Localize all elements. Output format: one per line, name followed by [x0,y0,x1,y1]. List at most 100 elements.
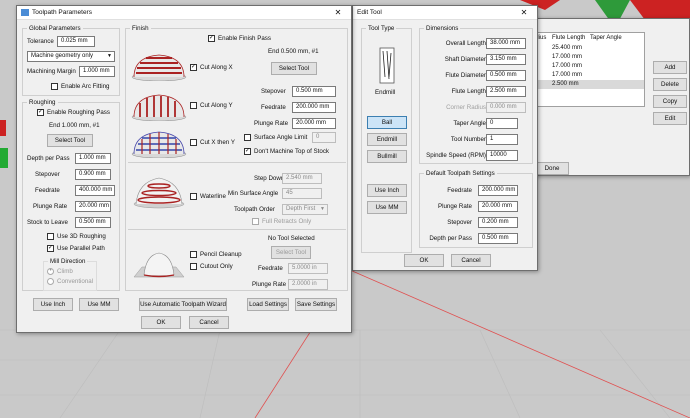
cancel-button[interactable]: Cancel [189,316,229,329]
table-row-selected[interactable]: 2.500 mm [552,81,579,87]
tolerance-label: Tolerance [27,38,54,45]
spindle-speed-input[interactable]: 10000 [486,150,518,161]
full-retracts-checkbox[interactable]: Full Retracts Only [252,218,311,225]
corner-radius-input[interactable]: 0.000 mm [486,102,526,113]
depth-per-pass-input[interactable]: 1.000 mm [75,153,111,164]
flute-diameter-input[interactable]: 0.500 mm [486,70,526,81]
use-inch-button[interactable]: Use Inch [33,298,73,311]
finish-select-tool-button[interactable]: Select Tool [271,62,317,75]
finish-end-label: End 0.500 mm, #1 [268,48,319,55]
enable-finish-checkbox[interactable]: ✓ Enable Finish Pass [208,35,271,42]
pencil-plunge-label: Plunge Rate [252,281,287,288]
default-settings-group: Default Toolpath Settings Feedrate 200.0… [419,170,533,248]
close-icon[interactable]: ✕ [511,6,537,20]
tool-type-ball-button[interactable]: Ball [367,116,407,129]
global-parameters-group: Global Parameters Tolerance 0.025 mm Mac… [22,25,120,96]
checkbox-box [51,83,58,90]
roughing-feedrate-input[interactable]: 400.000 mm [75,185,115,196]
checkbox-box: ✓ [208,35,215,42]
save-settings-button[interactable]: Save Settings [295,298,337,311]
dim-label: Spindle Speed (RPM) [426,152,486,159]
overall-length-input[interactable]: 38.000 mm [486,38,526,49]
copy-tool-button[interactable]: Copy [653,95,687,108]
arc-fitting-checkbox[interactable]: Enable Arc Fitting [51,83,110,90]
add-tool-button[interactable]: Add [653,61,687,74]
waterline-icon [133,177,185,209]
stock-to-leave-input[interactable]: 0.500 mm [75,217,111,228]
surface-angle-limit-checkbox[interactable]: Surface Angle Limit [244,134,307,141]
finish-plunge-input[interactable]: 20.000 mm [292,118,336,129]
waterline-checkbox[interactable]: Waterline [190,193,226,200]
geometry-select[interactable]: Machine geometry only ▼ [27,51,115,62]
close-icon[interactable]: ✕ [325,6,351,20]
table-row[interactable]: 17.000 mm [552,54,582,60]
dont-machine-top-label: Don't Machine Top of Stock [254,148,330,155]
taper-angle-input[interactable]: 0 [486,118,518,129]
min-surface-angle-input[interactable]: 45 [282,188,322,199]
finish-feedrate-input[interactable]: 200.000 mm [292,102,336,113]
roughing-plunge-input[interactable]: 20.000 mm [75,201,111,212]
default-stepover-input[interactable]: 0.200 mm [478,217,518,228]
default-plunge-input[interactable]: 20.000 mm [478,201,518,212]
full-retracts-label: Full Retracts Only [262,218,312,225]
delete-tool-button[interactable]: Delete [653,78,687,91]
cut-x-then-y-checkbox[interactable]: Cut X then Y [190,139,235,146]
finish-title: Finish [130,25,151,32]
default-label: Stepover [447,219,472,226]
step-down-input[interactable]: 2.540 mm [282,173,322,184]
pencil-feedrate-input[interactable]: 5.0000 in [288,263,328,274]
use-mm-button[interactable]: Use MM [367,201,407,214]
default-depth-input[interactable]: 0.500 mm [478,233,518,244]
cut-along-x-icon [131,54,187,81]
edit-tool-cancel-button[interactable]: Cancel [451,254,491,267]
edit-tool-ok-button[interactable]: OK [404,254,444,267]
stock-to-leave-label: Stock to Leave [27,219,68,226]
cut-along-x-checkbox[interactable]: ✓ Cut Along X [190,64,233,71]
tool-type-bullmill-button[interactable]: Bullmill [367,150,407,163]
selected-row-highlight[interactable] [530,80,644,89]
checkbox-box [190,193,197,200]
roughing-select-tool-button[interactable]: Select Tool [47,134,93,147]
toolpath-wizard-button[interactable]: Use Automatic Toolpath Wizard [139,298,227,311]
default-feedrate-input[interactable]: 200.000 mm [478,185,518,196]
pencil-plunge-input[interactable]: 2.0000 in [288,279,328,290]
enable-roughing-checkbox[interactable]: ✓ Enable Roughing Pass [37,109,110,116]
use-parallel-path-checkbox[interactable]: ✓ Use Parallel Path [47,245,105,252]
roughing-title: Roughing [27,99,58,106]
machining-margin-input[interactable]: 1.000 mm [79,66,115,77]
finish-stepover-input[interactable]: 0.500 mm [292,86,336,97]
flute-length-input[interactable]: 2.500 mm [486,86,526,97]
cutout-only-checkbox[interactable]: Cutout Only [190,263,233,270]
table-row[interactable]: 17.000 mm [552,72,582,78]
table-row[interactable]: 17.000 mm [552,63,582,69]
table-row[interactable]: 25.400 mm [552,45,582,51]
cut-along-y-icon [131,94,187,121]
tool-type-endmill-button[interactable]: Endmill [367,133,407,146]
surface-angle-limit-input[interactable]: 0 [312,132,336,143]
shaft-diameter-input[interactable]: 3.150 mm [486,54,526,65]
checkbox-box [252,218,259,225]
climb-radio[interactable]: • Climb [47,268,73,275]
tolerance-input[interactable]: 0.025 mm [57,36,95,47]
toolpath-parameters-window: Toolpath Parameters ✕ Global Parameters … [16,5,352,333]
roughing-group: Roughing ✓ Enable Roughing Pass End 1.000… [22,99,120,291]
use-inch-button[interactable]: Use Inch [367,184,407,197]
cut-x-then-y-label: Cut X then Y [200,139,235,146]
pencil-cleanup-checkbox[interactable]: Pencil Cleanup [190,251,242,258]
cut-along-y-checkbox[interactable]: Cut Along Y [190,102,233,109]
roughing-stepover-input[interactable]: 0.900 mm [75,169,111,180]
conventional-label: Conventional [57,278,94,285]
tool-number-input[interactable]: 1 [486,134,518,145]
use-mm-button[interactable]: Use MM [79,298,119,311]
toolpath-order-value: Depth First [286,206,316,212]
conventional-radio[interactable]: Conventional [47,278,93,285]
dont-machine-top-checkbox[interactable]: ✓ Don't Machine Top of Stock [244,148,329,155]
edit-tool-title: Edit Tool [357,9,382,16]
done-button[interactable]: Done [535,162,569,175]
use-3d-roughing-checkbox[interactable]: Use 3D Roughing [47,233,106,240]
load-settings-button[interactable]: Load Settings [247,298,289,311]
edit-tool-button[interactable]: Edit [653,112,687,125]
pencil-select-tool-button[interactable]: Select Tool [271,246,311,259]
ok-button[interactable]: OK [141,316,181,329]
toolpath-order-select[interactable]: Depth First ▼ [282,204,328,215]
